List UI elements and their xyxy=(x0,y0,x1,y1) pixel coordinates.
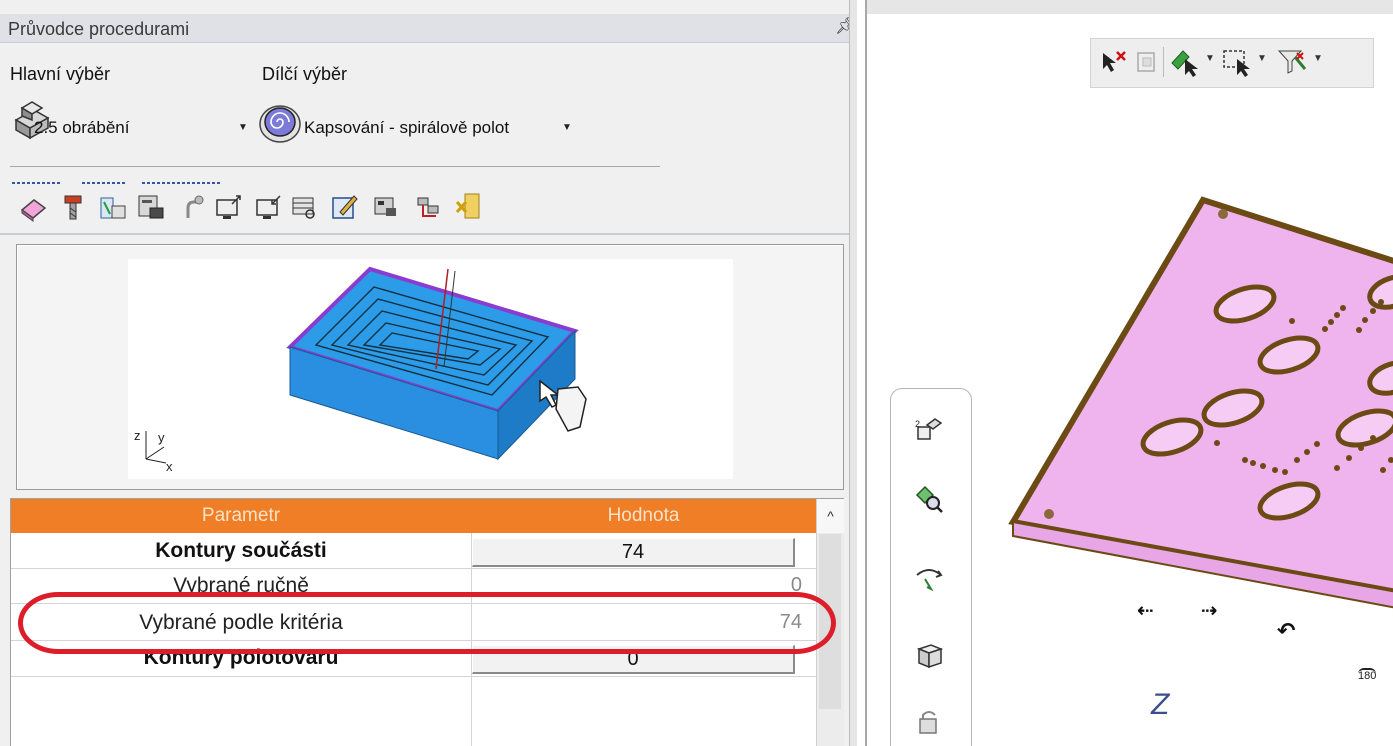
view-side-toolbar: 2 xyxy=(890,388,972,746)
panel-title-bar: Průvodce procedurami 📌︎ xyxy=(0,14,857,43)
parameters-icon[interactable] xyxy=(98,190,128,224)
spiral-pocket-icon xyxy=(259,105,301,143)
procedure-wizard-panel: Průvodce procedurami 📌︎ Hlavní výběr Díl… xyxy=(0,0,857,746)
orbit-icon[interactable] xyxy=(913,561,945,593)
table-icon[interactable] xyxy=(290,190,320,224)
toolbar-progress-indicator xyxy=(12,182,220,184)
table-header: Parametr Hodnota xyxy=(11,499,816,533)
panel-title: Průvodce procedurami xyxy=(8,19,190,39)
settings-icon[interactable] xyxy=(136,190,166,224)
undo-view-icon[interactable]: ↶ xyxy=(1277,618,1295,644)
pocketing-preview-image: z y x xyxy=(128,259,733,479)
param-name: Kontury součásti xyxy=(155,539,327,562)
sub-selection-label: Dílčí výběr xyxy=(262,64,348,84)
column-header-parameter[interactable]: Parametr xyxy=(11,505,471,527)
pan-right-icon[interactable]: ⇢ xyxy=(1201,598,1218,623)
main-selection-combo[interactable]: 2.5 obrábění ▼ xyxy=(12,98,248,152)
geometry-icon[interactable] xyxy=(18,190,48,224)
row-divider xyxy=(11,568,816,569)
tree-icon[interactable] xyxy=(414,190,444,224)
param-value-button[interactable]: 74 xyxy=(472,538,795,567)
toolbar-divider xyxy=(0,233,857,235)
axis-z-label: z xyxy=(134,428,141,443)
svg-text:2: 2 xyxy=(915,419,920,429)
exit-icon[interactable] xyxy=(454,190,484,224)
sub-selection-combo[interactable]: Kapsování - spirálově polot ▼ xyxy=(258,98,578,152)
export-icon[interactable] xyxy=(214,190,244,224)
sub-selection-dropdown-icon[interactable]: ▼ xyxy=(562,122,572,133)
row-divider xyxy=(11,676,816,677)
edit-icon[interactable] xyxy=(330,190,360,224)
separator xyxy=(10,166,660,167)
pan-left-icon[interactable]: ⇠ xyxy=(1137,598,1154,623)
panel-splitter[interactable] xyxy=(849,0,857,746)
zoom-fit-icon[interactable] xyxy=(913,483,945,515)
import-icon[interactable] xyxy=(254,190,284,224)
rotate-view-icon[interactable]: 2 xyxy=(913,413,945,445)
axis-y-label: y xyxy=(158,430,165,445)
main-selection-value: 2.5 obrábění xyxy=(34,118,130,137)
axis-x-label: x xyxy=(166,459,173,474)
highlight-annotation xyxy=(18,592,836,654)
sub-selection-value: Kapsování - spirálově polot xyxy=(304,118,510,137)
lock-icon[interactable] xyxy=(913,707,945,739)
column-header-value[interactable]: Hodnota xyxy=(471,505,816,527)
main-selection-dropdown-icon[interactable]: ▼ xyxy=(238,122,248,133)
table-row[interactable]: Kontury součásti 74 xyxy=(11,535,816,568)
list-icon[interactable] xyxy=(372,190,402,224)
view-cube-icon[interactable] xyxy=(913,639,945,671)
link-icon[interactable] xyxy=(178,190,208,224)
view-axis-label: Z xyxy=(1151,688,1170,721)
scroll-up-icon[interactable]: ^ xyxy=(817,499,844,533)
main-selection-label: Hlavní výběr xyxy=(10,64,111,84)
tool-icon[interactable] xyxy=(58,190,88,224)
3d-viewport[interactable]: ▼ ▼ ▼ 2 ⇠ ⇢ ↶ 180 Z xyxy=(865,0,1393,746)
rotate-180-icon[interactable]: 180 xyxy=(1358,668,1377,682)
